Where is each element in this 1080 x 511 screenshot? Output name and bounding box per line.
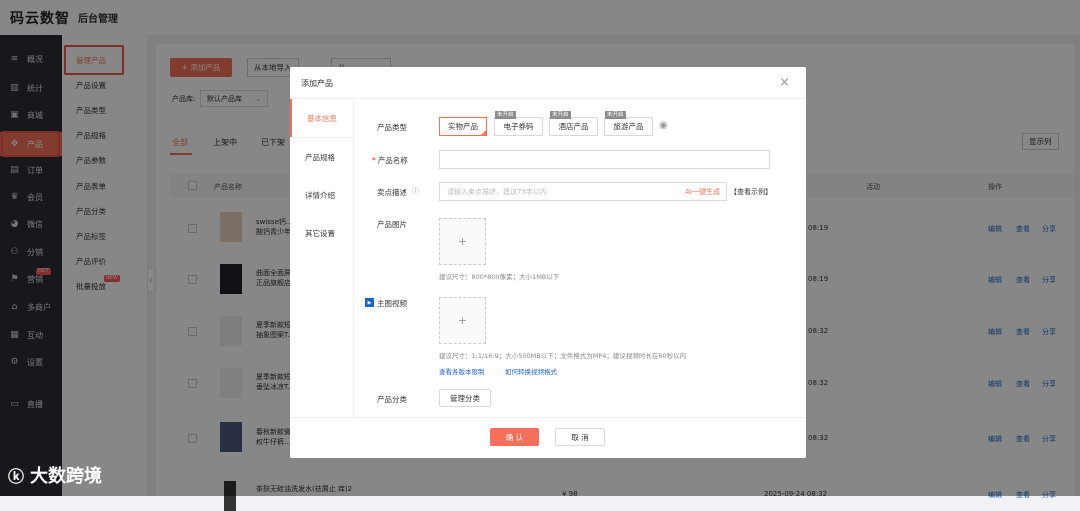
image-upload-button[interactable]: + <box>439 218 486 265</box>
product-name-label: * 产品名称 <box>372 156 408 165</box>
nav-other-settings[interactable]: 其它设置 <box>290 214 354 252</box>
product-type-ecoupon[interactable]: 未开启 电子券码 <box>494 111 543 136</box>
product-type-travel[interactable]: 未开启 旅游产品 <box>604 111 653 136</box>
main-video-label: 主图视频 <box>377 299 407 308</box>
dialog-side-nav: 基本信息 产品规格 详情介绍 其它设置 <box>290 99 354 417</box>
ai-generate-button[interactable]: AI一键生成 <box>685 187 720 197</box>
dialog-title: 添加产品 <box>301 79 333 88</box>
image-size-hint: 建议尺寸：800*800像素；大小1MB以下 <box>439 273 560 281</box>
product-name-input[interactable] <box>439 150 770 169</box>
divider <box>290 417 806 418</box>
product-category-label: 产品分类 <box>377 395 407 404</box>
divider <box>290 98 806 99</box>
cancel-button[interactable]: 取 消 <box>555 428 605 446</box>
convert-video-link[interactable]: 如何转换视频格式 <box>505 366 557 376</box>
disabled-tag: 未开启 <box>605 111 626 119</box>
video-upload-button[interactable]: + <box>439 297 486 344</box>
confirm-button[interactable]: 确 认 <box>490 428 539 446</box>
close-icon[interactable]: × <box>779 75 790 90</box>
product-type-physical[interactable]: 实物产品 <box>439 117 487 136</box>
disabled-tag: 未开启 <box>495 111 516 119</box>
nav-product-spec[interactable]: 产品规格 <box>290 138 354 176</box>
manage-category-button[interactable]: 管理分类 <box>439 389 491 407</box>
view-example-link[interactable]: 【查看示例】 <box>730 187 772 197</box>
selected-corner-icon <box>480 129 487 136</box>
product-type-label: 产品类型 <box>377 123 407 132</box>
video-badge-icon: ▶ <box>365 298 374 307</box>
help-icon[interactable]: ⓘ <box>412 186 419 196</box>
watermark-logo-icon: ⓚ <box>8 467 25 486</box>
nav-basic-info[interactable]: 基本信息 <box>290 99 354 137</box>
nav-detail-intro[interactable]: 详情介绍 <box>290 176 354 214</box>
product-type-hotel[interactable]: 未开启 酒店产品 <box>549 111 598 136</box>
selling-point-input[interactable]: 请输入卖点描述，建议75字以内 AI一键生成 <box>439 182 727 201</box>
selling-point-label: 卖点描述 <box>377 188 407 197</box>
product-image-label: 产品图片 <box>377 220 407 229</box>
add-product-dialog: 添加产品 × 基本信息 产品规格 详情介绍 其它设置 产品类型 实物产品 未开启… <box>290 67 806 458</box>
video-hint: 建议尺寸：1:1/16:9；大小500MB以下；文件格式为MP4；建议视频时长在… <box>439 352 687 360</box>
watermark: ⓚ 大数跨境 <box>8 462 102 488</box>
eye-icon[interactable]: ◉ <box>659 120 668 131</box>
version-limits-link[interactable]: 查看各版本限制 <box>439 366 485 376</box>
disabled-tag: 未开启 <box>550 111 571 119</box>
